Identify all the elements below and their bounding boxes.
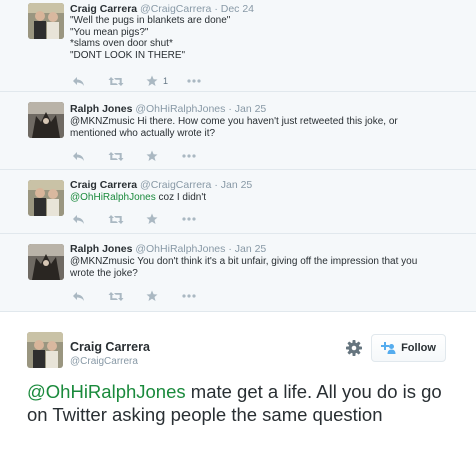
gear-icon[interactable] — [344, 338, 364, 358]
timestamp[interactable]: Jan 25 — [235, 243, 267, 255]
timestamp[interactable]: Dec 24 — [221, 3, 254, 15]
timestamp[interactable]: Jan 25 — [221, 179, 253, 191]
reply-icon[interactable] — [72, 212, 108, 226]
reply-icon[interactable] — [72, 149, 108, 163]
separator: · — [214, 3, 218, 15]
user-name[interactable]: Craig Carrera — [70, 340, 150, 354]
more-icon[interactable] — [187, 74, 201, 88]
conversation-tweet[interactable]: Ralph Jones @OhHiRalphJones · Jan 25 @MK… — [0, 234, 476, 312]
tweet-line: @MKNZmusic Hi there. How come you haven'… — [70, 116, 398, 127]
favorite-count: 1 — [163, 76, 169, 86]
reply-icon[interactable] — [72, 289, 108, 303]
mention-link[interactable]: @OhHiRalphJones — [70, 192, 156, 203]
timestamp[interactable]: Jan 25 — [235, 103, 267, 115]
tweet-text: @OhHiRalphJones mate get a life. All you… — [27, 380, 447, 426]
tweet-text-rest: coz I didn't — [155, 192, 207, 203]
conversation-tweet[interactable]: Craig Carrera @CraigCarrera · Dec 24 "We… — [0, 0, 476, 92]
favorite-icon[interactable] — [146, 289, 182, 303]
follow-button[interactable]: Follow — [371, 334, 446, 362]
user-name[interactable]: Ralph Jones — [70, 103, 132, 115]
tweet-line: "DONT LOOK IN THERE" — [70, 49, 186, 61]
more-icon[interactable] — [182, 289, 196, 303]
user-handle[interactable]: @OhHiRalphJones — [135, 243, 225, 255]
user-handle[interactable]: @OhHiRalphJones — [135, 103, 225, 115]
tweet-line: *slams oven door shut* — [70, 38, 173, 49]
retweet-icon[interactable] — [108, 212, 146, 226]
follow-person-icon — [381, 342, 396, 354]
user-handle[interactable]: @CraigCarrera — [70, 356, 138, 367]
user-name[interactable]: Ralph Jones — [70, 243, 132, 255]
conversation-tweet[interactable]: Craig Carrera @CraigCarrera · Jan 25 @Oh… — [0, 170, 476, 234]
tweet-text: @MKNZmusic You don't think it's a bit un… — [70, 256, 465, 279]
avatar[interactable] — [28, 3, 64, 39]
favorite-icon[interactable] — [146, 212, 182, 226]
tweet-line: wrote the joke? — [70, 267, 138, 279]
tweet-text: @MKNZmusic Hi there. How come you haven'… — [70, 116, 465, 139]
separator: · — [228, 103, 232, 115]
retweet-icon[interactable] — [108, 149, 146, 163]
tweet-text: "Well the pugs in blankets are done" "Yo… — [70, 15, 465, 61]
avatar[interactable] — [28, 244, 64, 280]
tweet-actions: 1 — [72, 74, 201, 88]
avatar[interactable] — [28, 102, 64, 138]
retweet-icon[interactable] — [108, 74, 146, 88]
tweet-line: "You mean pigs?" — [70, 26, 149, 38]
tweet-line: mentioned who actually wrote it? — [70, 127, 216, 139]
tweet-actions — [72, 149, 196, 163]
main-tweet: Craig Carrera @CraigCarrera Follow @OhHi… — [0, 322, 476, 464]
tweet-line: "Well the pugs in blankets are done" — [70, 15, 231, 26]
user-handle[interactable]: @CraigCarrera — [140, 3, 211, 15]
favorite-icon[interactable] — [146, 74, 158, 88]
more-icon[interactable] — [182, 149, 196, 163]
user-handle[interactable]: @CraigCarrera — [140, 179, 211, 191]
conversation-tweet[interactable]: Ralph Jones @OhHiRalphJones · Jan 25 @MK… — [0, 92, 476, 170]
mention-link[interactable]: @OhHiRalphJones — [27, 381, 186, 402]
avatar[interactable] — [28, 180, 64, 216]
tweet-actions — [72, 289, 196, 303]
separator: · — [214, 179, 218, 191]
user-name[interactable]: Craig Carrera — [70, 179, 137, 191]
tweet-line: @MKNZmusic You don't think it's a bit un… — [70, 256, 418, 267]
retweet-icon[interactable] — [108, 289, 146, 303]
separator: · — [228, 243, 232, 255]
avatar[interactable] — [27, 332, 63, 368]
tweet-text: @OhHiRalphJones coz I didn't — [70, 192, 465, 204]
follow-label: Follow — [401, 342, 436, 354]
more-icon[interactable] — [182, 212, 196, 226]
favorite-icon[interactable] — [146, 149, 182, 163]
user-name[interactable]: Craig Carrera — [70, 3, 137, 15]
tweet-actions — [72, 212, 196, 226]
reply-icon[interactable] — [72, 74, 108, 88]
